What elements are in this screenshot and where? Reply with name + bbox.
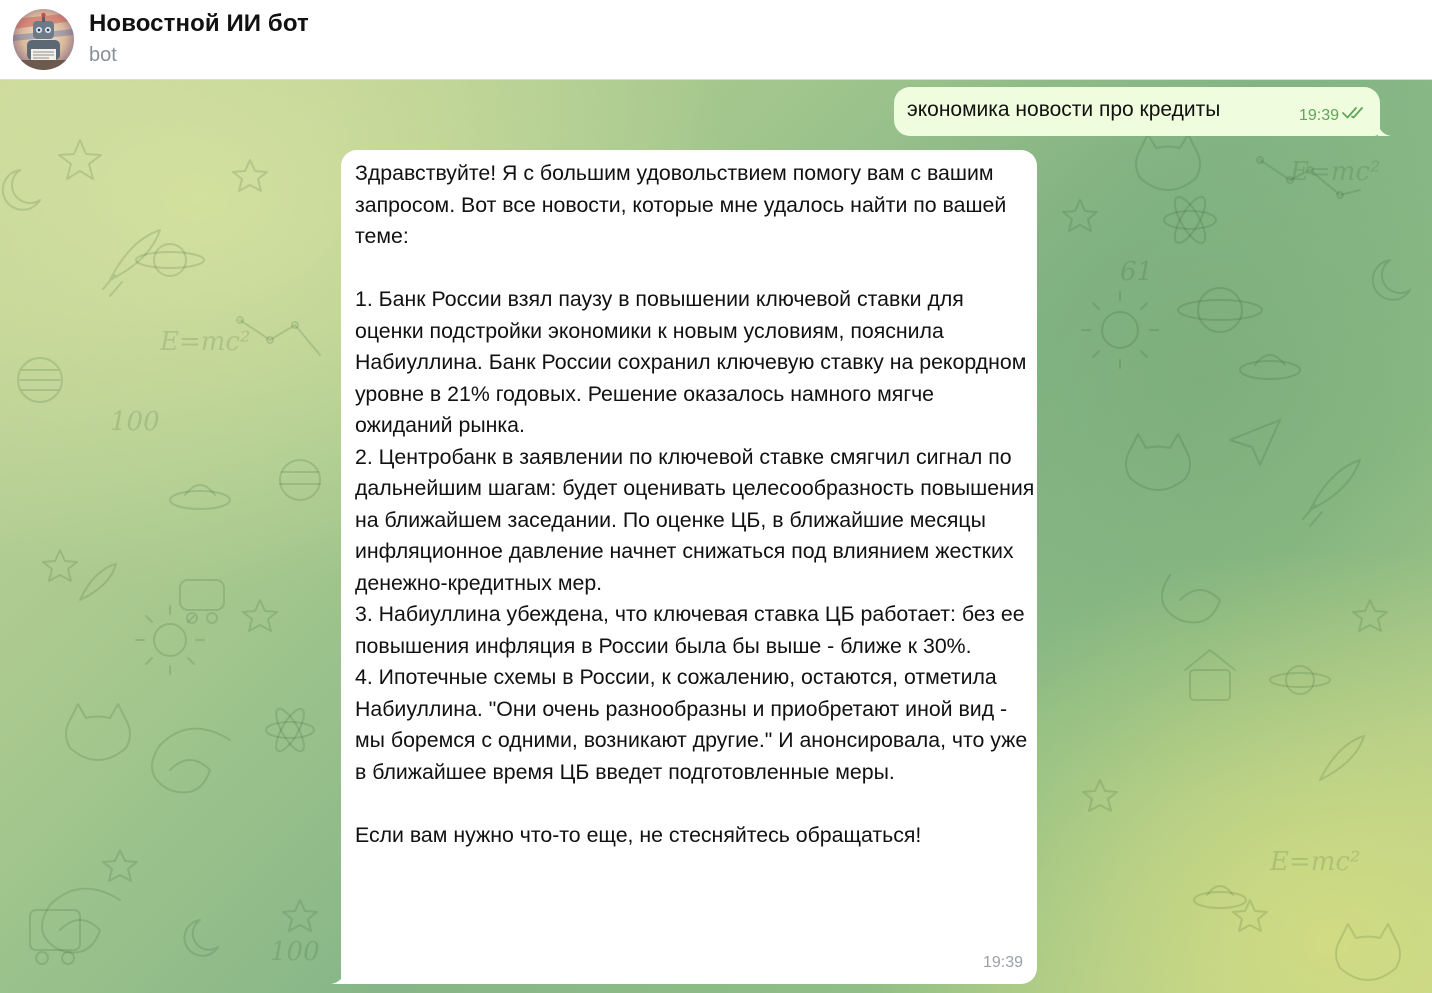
outgoing-message-meta: 19:39: [1299, 106, 1368, 125]
svg-text:E=mc²: E=mc²: [1289, 157, 1380, 187]
svg-text:E=mc²: E=mc²: [159, 327, 250, 357]
chat-messages-area[interactable]: E=mc² E=mc² E=mc² 61 100 100 экономика н…: [0, 80, 1432, 993]
incoming-message-bubble[interactable]: Здравствуйте! Я с большим удовольствием …: [341, 150, 1037, 984]
telegram-chat-window: Новостной ИИ бот bot E=mc² E=mc² E=mc² 6…: [0, 0, 1432, 993]
chat-subtitle: bot: [89, 44, 117, 66]
svg-text:61: 61: [1120, 257, 1153, 287]
outgoing-message-text: экономика новости про кредиты: [907, 98, 1221, 121]
svg-text:100: 100: [110, 407, 160, 437]
robot-avatar-icon[interactable]: [13, 9, 74, 70]
chat-header: Новостной ИИ бот bot: [0, 0, 1432, 80]
incoming-bubble-tail: [331, 970, 345, 984]
incoming-message-time: 19:39: [982, 954, 1023, 971]
outgoing-bubble-tail: [1378, 123, 1391, 136]
svg-text:E=mc²: E=mc²: [1269, 847, 1360, 877]
svg-text:100: 100: [270, 937, 320, 967]
chat-title[interactable]: Новостной ИИ бот: [89, 10, 309, 38]
outgoing-message-time: 19:39: [1298, 106, 1339, 124]
incoming-message-text: Здравствуйте! Я с большим удовольствием …: [355, 161, 1035, 847]
outgoing-message-bubble[interactable]: экономика новости про кредиты 19:39: [894, 87, 1380, 136]
double-check-icon: [1342, 106, 1368, 125]
